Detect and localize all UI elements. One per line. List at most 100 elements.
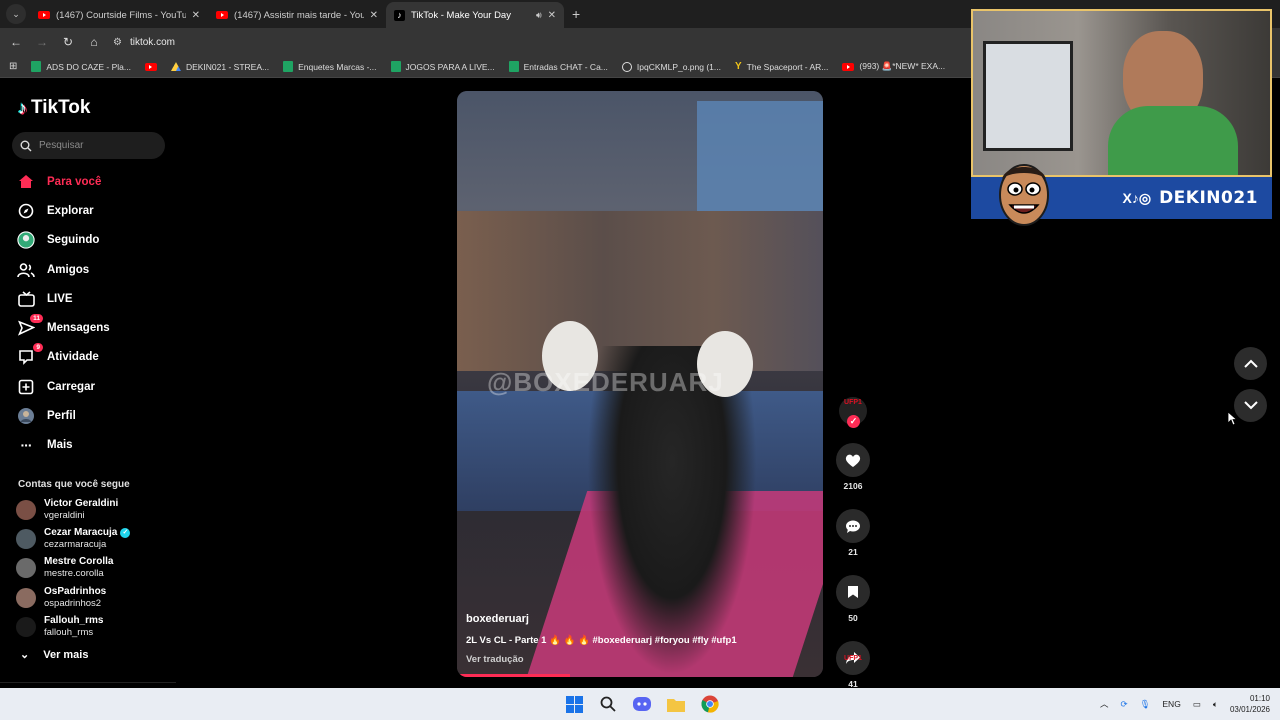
taskbar-apps [563,693,721,715]
nav-item-mais[interactable]: ··· Mais [17,431,177,460]
webcam-overlay [971,9,1272,177]
site-settings-icon[interactable]: ⚙ [113,37,122,48]
chevron-up-icon[interactable]: ︿ [1100,698,1109,710]
following-account[interactable]: Mestre Corolla mestre.corolla [16,554,176,583]
bookmark-item[interactable]: Y The Spaceport - AR... [735,61,828,72]
save-action[interactable]: 50 [835,575,871,623]
volume-icon[interactable]: 🔈︎ [1213,699,1218,710]
nav-item-mensagens[interactable]: 11 Mensagens [17,313,177,342]
language-indicator[interactable]: ENG [1162,699,1180,709]
file-explorer-icon[interactable] [665,693,687,715]
microphone-icon[interactable]: 🎙︎ [1140,699,1151,710]
y-icon: Y [735,61,742,72]
following-account[interactable]: Fallouh_rms fallouh_rms [16,612,176,641]
forward-icon[interactable]: → [29,35,55,49]
nav-item-live[interactable]: LIVE [17,284,177,313]
nav-item-explorar[interactable]: Explorar [17,196,177,225]
sync-icon[interactable]: ⟳ [1120,699,1127,710]
sheets-icon [508,61,519,72]
nav-item-perfil[interactable]: Perfil [17,401,177,430]
messages-badge: 11 [30,314,43,324]
like-action[interactable]: 2106 [835,443,871,491]
streamer-handle: DEKIN021 [1159,188,1258,208]
video-watermark: @BOXEDERUARJ [487,367,724,397]
previous-video-button[interactable] [1234,347,1267,380]
network-icon[interactable]: ▭ [1193,699,1201,710]
next-video-button[interactable] [1234,389,1267,422]
bookmark-item[interactable]: (993) 🚨*NEW* EXA... [842,61,945,72]
browser-tab-3[interactable]: ♪ TikTok - Make Your Day 🔊︎ ✕ [386,2,564,28]
cartoon-mascot-icon [999,164,1049,226]
comment-icon[interactable] [836,509,870,543]
more-icon: ··· [20,437,33,454]
search-input[interactable] [39,140,149,151]
home-icon [17,173,35,191]
new-tab-button[interactable]: + [572,6,580,22]
windows-start-icon[interactable] [563,693,585,715]
following-account[interactable]: Victor Geraldini vgeraldini [16,495,176,524]
bookmark-item[interactable]: Enquetes Marcas -... [283,61,377,72]
system-tray: ︿ ⟳ 🎙︎ ENG ▭ 🔈︎ 01:10 03/01/2026 [1100,688,1270,720]
nav-item-amigos[interactable]: Amigos [17,255,177,284]
mouse-cursor-icon [1227,411,1237,426]
upload-icon [17,378,35,396]
search-icon[interactable] [597,693,619,715]
sidebar-divider [0,682,176,683]
close-tab-icon[interactable]: ✕ [192,10,200,21]
avatar [16,528,36,549]
comment-action[interactable]: 21 [835,509,871,557]
bookmark-item[interactable] [144,62,157,71]
bookmark-icon[interactable] [836,575,870,609]
sheets-icon [283,61,294,72]
like-count: 2106 [843,481,863,491]
url-field[interactable]: ⚙ tiktok.com [113,37,175,48]
drive-icon [170,62,181,71]
apps-grid-icon[interactable]: ⊞ [9,61,17,72]
back-icon[interactable]: ← [3,35,29,49]
chevron-down-icon: ⌄ [20,649,30,661]
activity-icon: 9 [17,343,43,366]
heart-icon[interactable] [836,443,870,477]
nav-item-seguindo[interactable]: Seguindo [17,226,177,255]
translate-link[interactable]: Ver tradução [466,654,806,665]
search-box[interactable] [12,132,165,159]
close-tab-icon[interactable]: ✕ [548,10,556,21]
clock-time: 01:10 [1249,694,1270,703]
reload-icon[interactable]: ↻ [55,35,81,49]
chrome-icon[interactable] [699,693,721,715]
youtube-icon [216,11,228,19]
bookmark-item[interactable]: IpqCKMLP_o.png (1... [621,61,721,72]
save-count: 50 [848,613,858,623]
music-disc-icon[interactable]: UFP1 [840,655,866,673]
bookmark-item[interactable]: JOGOS PARA A LIVE... [390,61,495,72]
following-account[interactable]: Cezar Maracuja ✓ cezarmaracuja [16,524,176,553]
discord-icon[interactable] [631,693,653,715]
see-more-button[interactable]: ⌄ Ver mais [20,648,88,662]
nav-item-para-voce[interactable]: Para você [17,167,177,196]
bookmark-item[interactable]: ADS DO CAZE - Pla... [31,61,131,72]
video-progress-bar[interactable] [457,674,571,677]
following-account[interactable]: OsPadrinhos ospadrinhos2 [16,583,176,612]
browser-tab-2[interactable]: (1467) Assistir mais tarde - You ✕ [208,2,386,28]
home-button-icon[interactable]: ⌂ [81,35,107,49]
follow-plus-icon[interactable]: ✓ [847,415,860,428]
nav-item-atividade[interactable]: 9 Atividade [17,343,177,372]
sidebar-nav: Para você Explorar Seguindo Amigos LIVE … [17,167,177,460]
clock[interactable]: 01:10 03/01/2026 [1230,693,1270,715]
messages-icon: 11 [17,314,43,337]
avatar [16,558,36,579]
tiktok-logo[interactable]: ♪ TikTok [18,97,90,119]
nav-item-carregar[interactable]: Carregar [17,372,177,401]
live-icon [17,290,35,308]
tab-search-button[interactable]: ⌄ [6,4,26,24]
video-author[interactable]: boxederuarj [466,613,806,625]
following-avatar-icon [17,231,35,249]
creator-avatar[interactable]: UFP1 ✓ [839,397,867,428]
close-tab-icon[interactable]: ✕ [370,10,378,21]
browser-tab-1[interactable]: (1467) Courtside Films - YouTub ✕ [30,2,208,28]
bookmark-item[interactable]: Entradas CHAT - Ca... [508,61,608,72]
video-player[interactable]: @BOXEDERUARJ boxederuarj 2L Vs CL - Part… [457,91,823,677]
speaker-icon[interactable]: 🔊︎ [536,10,542,21]
webcam-shirt [1108,106,1238,175]
bookmark-item[interactable]: DEKIN021 - STREA... [170,62,269,72]
